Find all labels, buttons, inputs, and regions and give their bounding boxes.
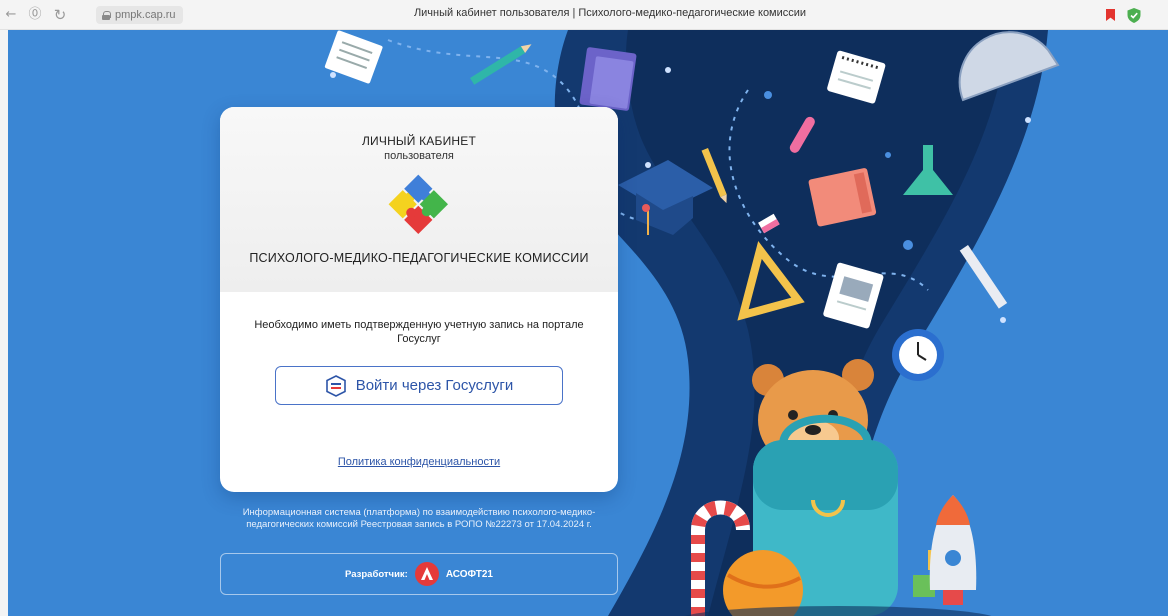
gosuslugi-login-label: Войти через Госуслуги	[355, 377, 514, 394]
card-title: ЛИЧНЫЙ КАБИНЕТ	[361, 134, 477, 148]
shield-icon[interactable]	[1127, 8, 1141, 23]
login-card: ЛИЧНЫЙ КАБИНЕТ пользователя ПСИХОЛОГО-МЕ…	[220, 107, 618, 492]
reader-icon[interactable]: ⓪	[27, 7, 43, 23]
page-title: Личный кабинет пользователя | Психолого-…	[413, 7, 807, 19]
developer-name: АСОФТ21	[445, 568, 493, 580]
organization-name: ПСИХОЛОГО-МЕДИКО-ПЕДАГОГИЧЕСКИЕ КОМИССИИ	[249, 251, 589, 265]
url-text: pmpk.cap.ru	[115, 9, 176, 21]
bookmark-icon[interactable]	[1106, 9, 1115, 21]
asoft-logo-icon	[414, 562, 439, 586]
address-bar[interactable]: pmpk.cap.ru	[96, 6, 183, 24]
privacy-policy-link[interactable]: Политика конфиденциальности	[220, 456, 618, 468]
browser-toolbar: ← ⓪ ↻ pmpk.cap.ru Личный кабинет пользов…	[0, 0, 1168, 30]
gosuslugi-icon	[325, 374, 346, 397]
developer-label: Разработчик:	[345, 568, 408, 580]
lock-icon	[102, 10, 111, 20]
reload-icon[interactable]: ↻	[52, 7, 68, 23]
card-subtitle: пользователя	[384, 150, 454, 162]
page-body: ЛИЧНЫЙ КАБИНЕТ пользователя ПСИХОЛОГО-МЕ…	[8, 30, 1168, 616]
puzzle-logo-icon	[388, 174, 448, 234]
system-info-text: Информационная система (платформа) по вз…	[242, 507, 596, 530]
developer-block: Разработчик: АСОФТ21	[220, 553, 618, 595]
account-requirement-note: Необходимо иметь подтвержденную учетную …	[254, 319, 584, 345]
back-icon[interactable]: ←	[3, 7, 19, 23]
gosuslugi-login-button[interactable]: Войти через Госуслуги	[275, 366, 563, 405]
